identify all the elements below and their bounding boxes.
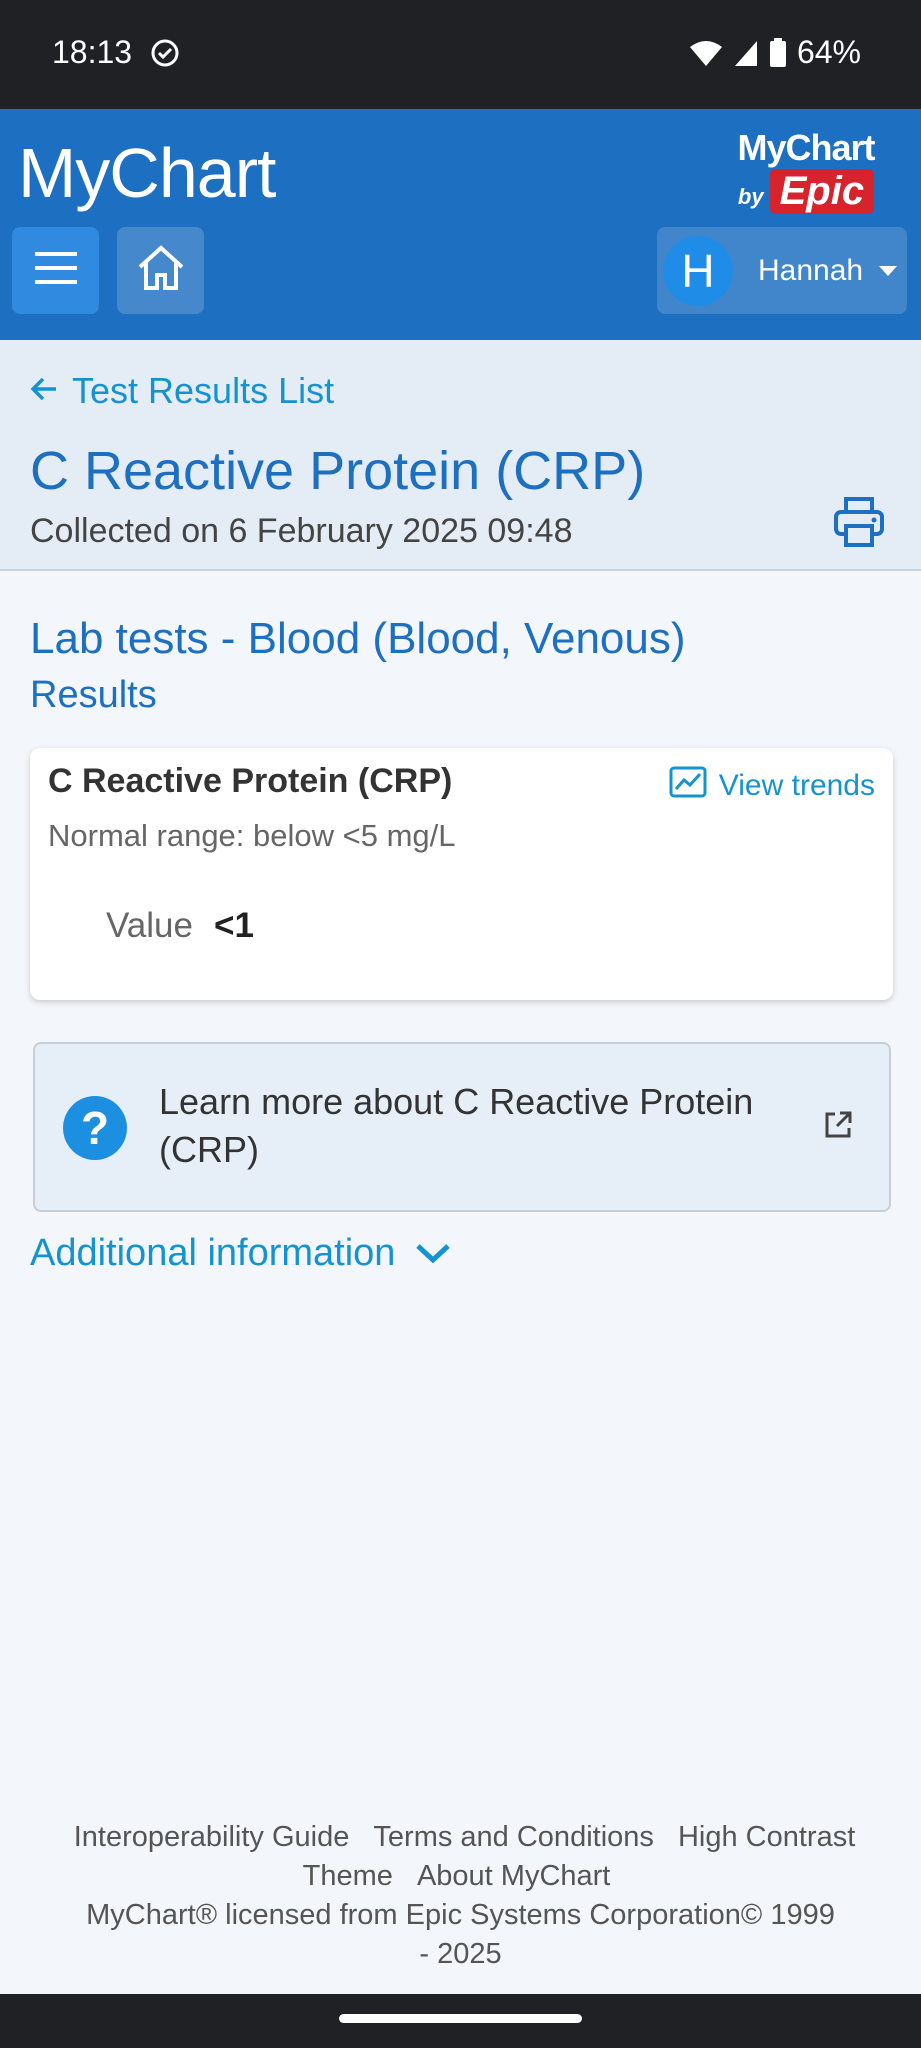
result-value: <1 (214, 906, 254, 945)
additional-information-label: Additional information (30, 1232, 396, 1274)
view-trends-label: View trends (718, 769, 875, 802)
avatar: H (663, 235, 733, 306)
menu-button[interactable] (12, 227, 99, 314)
page-titlebar: Test Results List C Reactive Protein (CR… (0, 340, 921, 571)
mychart-logo[interactable]: MyChart (18, 133, 276, 213)
footer-link-terms[interactable]: Terms and Conditions (373, 1821, 653, 1853)
view-trends-link[interactable]: View trends (669, 766, 875, 806)
wifi-icon (689, 39, 723, 67)
signal-icon (733, 39, 759, 67)
status-time: 18:13 (52, 34, 133, 70)
collected-date: Collected on 6 February 2025 09:48 (30, 512, 573, 550)
app-header: MyChart MyChart by Epic H Hannah (0, 109, 921, 340)
normal-range: Normal range: below <5 mg/L (48, 818, 456, 853)
learn-more-text: Learn more about C Reactive Protein (CRP… (159, 1081, 754, 1170)
result-card: C Reactive Protein (CRP) View trends Nor… (30, 748, 893, 1000)
home-icon (136, 245, 186, 296)
footer-link-interoperability[interactable]: Interoperability Guide (74, 1821, 350, 1853)
user-menu-button[interactable]: H Hannah (657, 227, 907, 314)
print-icon[interactable] (833, 496, 885, 553)
chevron-down-icon (415, 1232, 451, 1275)
value-label: Value (106, 906, 193, 945)
additional-information-toggle[interactable]: Additional information (30, 1232, 451, 1275)
learn-more-card[interactable]: ? Learn more about C Reactive Protein (C… (33, 1042, 891, 1212)
section-subtitle: Results (30, 674, 157, 716)
back-link-label: Test Results List (72, 370, 335, 411)
result-name: C Reactive Protein (CRP) (48, 762, 453, 800)
arrow-left-icon (30, 370, 58, 412)
question-circle-icon: ? (63, 1096, 127, 1160)
section-title: Lab tests - Blood (Blood, Venous) (30, 614, 686, 663)
caret-down-icon (879, 265, 898, 276)
status-bar: 18:13 64% (0, 0, 921, 109)
footer: Interoperability Guide Terms and Conditi… (0, 1818, 921, 1974)
home-button[interactable] (117, 227, 204, 314)
back-to-test-results-link[interactable]: Test Results List (30, 370, 334, 412)
check-circle-icon (150, 38, 180, 73)
status-icons: 64% (689, 34, 861, 71)
footer-link-about[interactable]: About MyChart (417, 1860, 610, 1892)
footer-copyright: MyChart® licensed from Epic Systems Corp… (86, 1899, 835, 1970)
user-name: Hannah (758, 253, 864, 287)
footer-links: Interoperability Guide Terms and Conditi… (0, 1818, 921, 1896)
battery-icon (769, 37, 787, 68)
mychart-by-epic-logo: MyChart by Epic (737, 127, 876, 214)
external-link-icon (823, 1110, 853, 1145)
home-gesture-bar[interactable] (339, 2014, 582, 2023)
page-title: C Reactive Protein (CRP) (30, 441, 646, 501)
system-nav-bar (0, 1994, 921, 2048)
hamburger-icon (34, 250, 77, 291)
battery-percent: 64% (796, 34, 861, 70)
trend-chart-icon (669, 766, 707, 806)
